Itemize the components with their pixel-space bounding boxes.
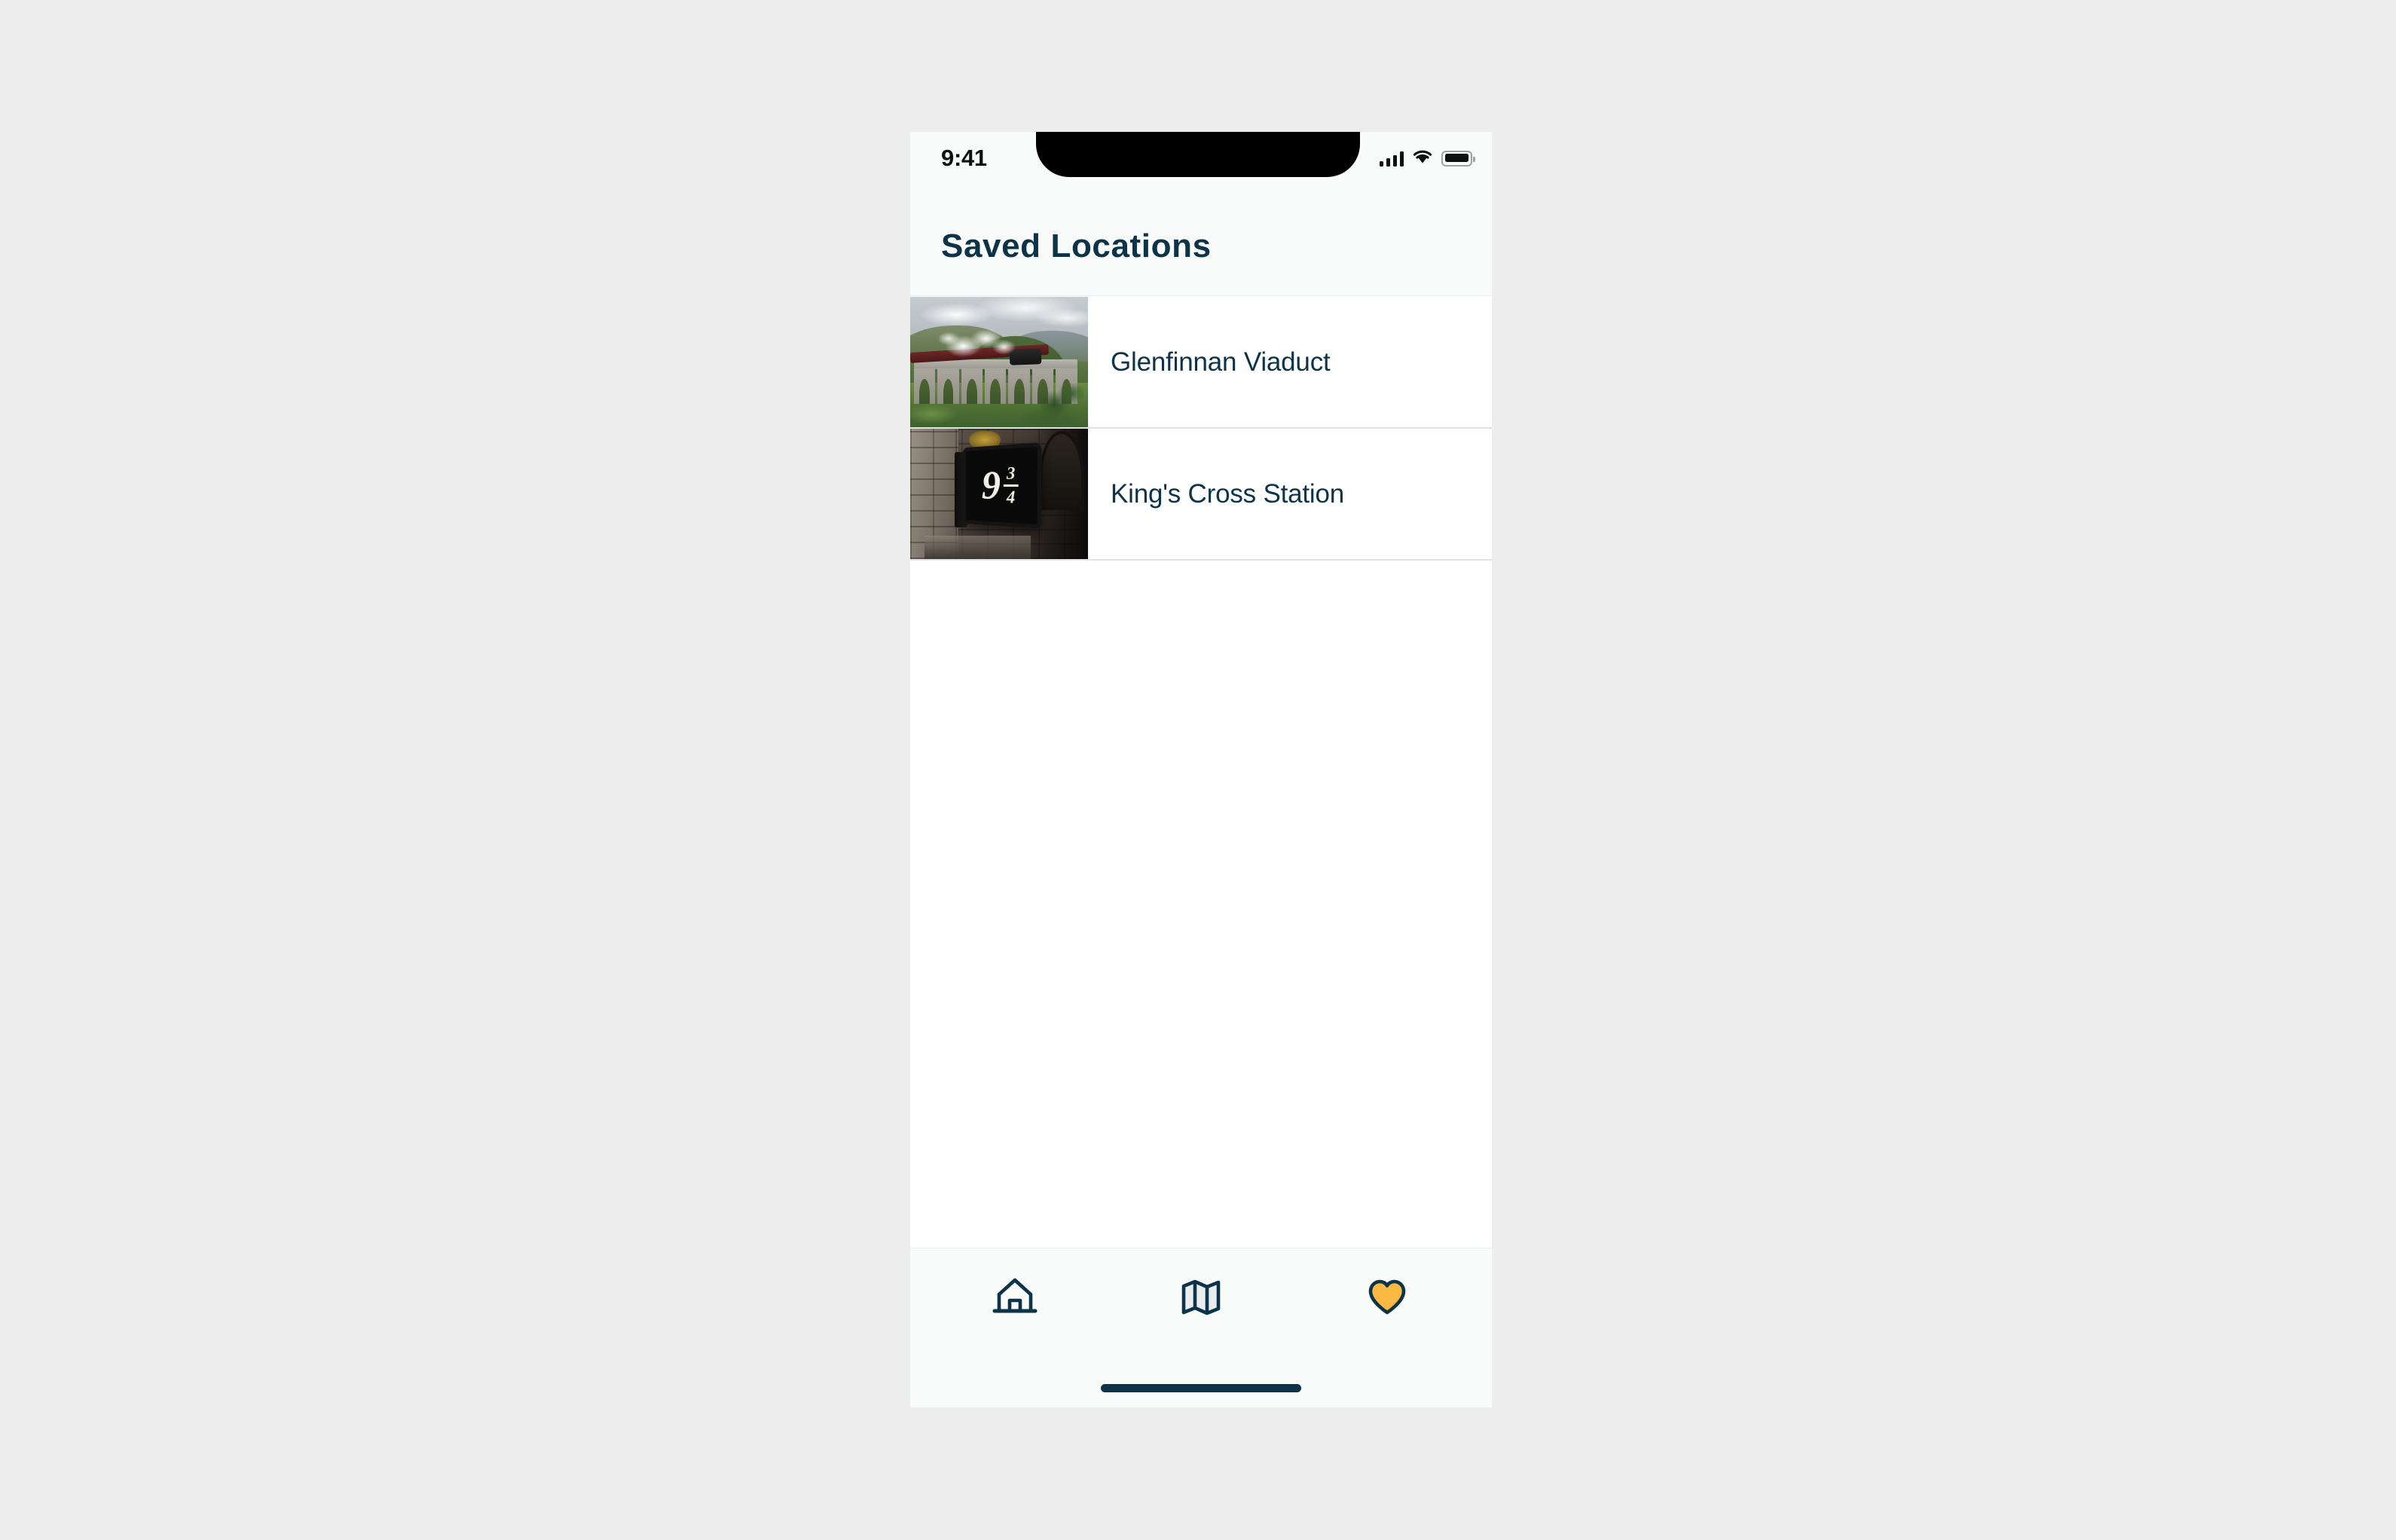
cellular-signal-icon — [1379, 150, 1404, 167]
phone-frame: 9:41 Saved Locations Glenfinnan Viaduct … — [910, 132, 1492, 1407]
empty-content-area — [910, 561, 1492, 1248]
bottom-tab-bar — [910, 1248, 1492, 1407]
page-header: Saved Locations — [910, 201, 1492, 296]
map-icon — [1178, 1276, 1224, 1323]
list-item[interactable]: 9 3 4 King's Cross Station — [910, 429, 1492, 561]
device-notch — [1036, 132, 1360, 177]
page-title: Saved Locations — [941, 228, 1212, 264]
heart-icon — [1364, 1276, 1410, 1323]
battery-icon — [1441, 150, 1475, 167]
tab-map[interactable] — [1120, 1265, 1282, 1333]
list-item[interactable]: Glenfinnan Viaduct — [910, 297, 1492, 429]
home-icon — [992, 1276, 1038, 1323]
home-indicator — [1101, 1384, 1301, 1392]
tab-home[interactable] — [910, 1265, 1120, 1333]
location-thumbnail — [910, 297, 1088, 427]
location-thumbnail: 9 3 4 — [910, 429, 1088, 559]
wifi-icon — [1412, 148, 1433, 168]
location-name: King's Cross Station — [1111, 478, 1345, 509]
status-bar-icons — [1379, 148, 1475, 168]
location-name: Glenfinnan Viaduct — [1111, 347, 1331, 377]
status-bar: 9:41 — [910, 132, 1492, 201]
screenshot-canvas: 9:41 Saved Locations Glenfinnan Viaduct … — [0, 0, 2396, 1540]
status-bar-time: 9:41 — [941, 145, 987, 171]
saved-locations-list: Glenfinnan Viaduct 9 3 4 King's Cross St… — [910, 297, 1492, 561]
tab-favorites[interactable] — [1282, 1265, 1492, 1333]
